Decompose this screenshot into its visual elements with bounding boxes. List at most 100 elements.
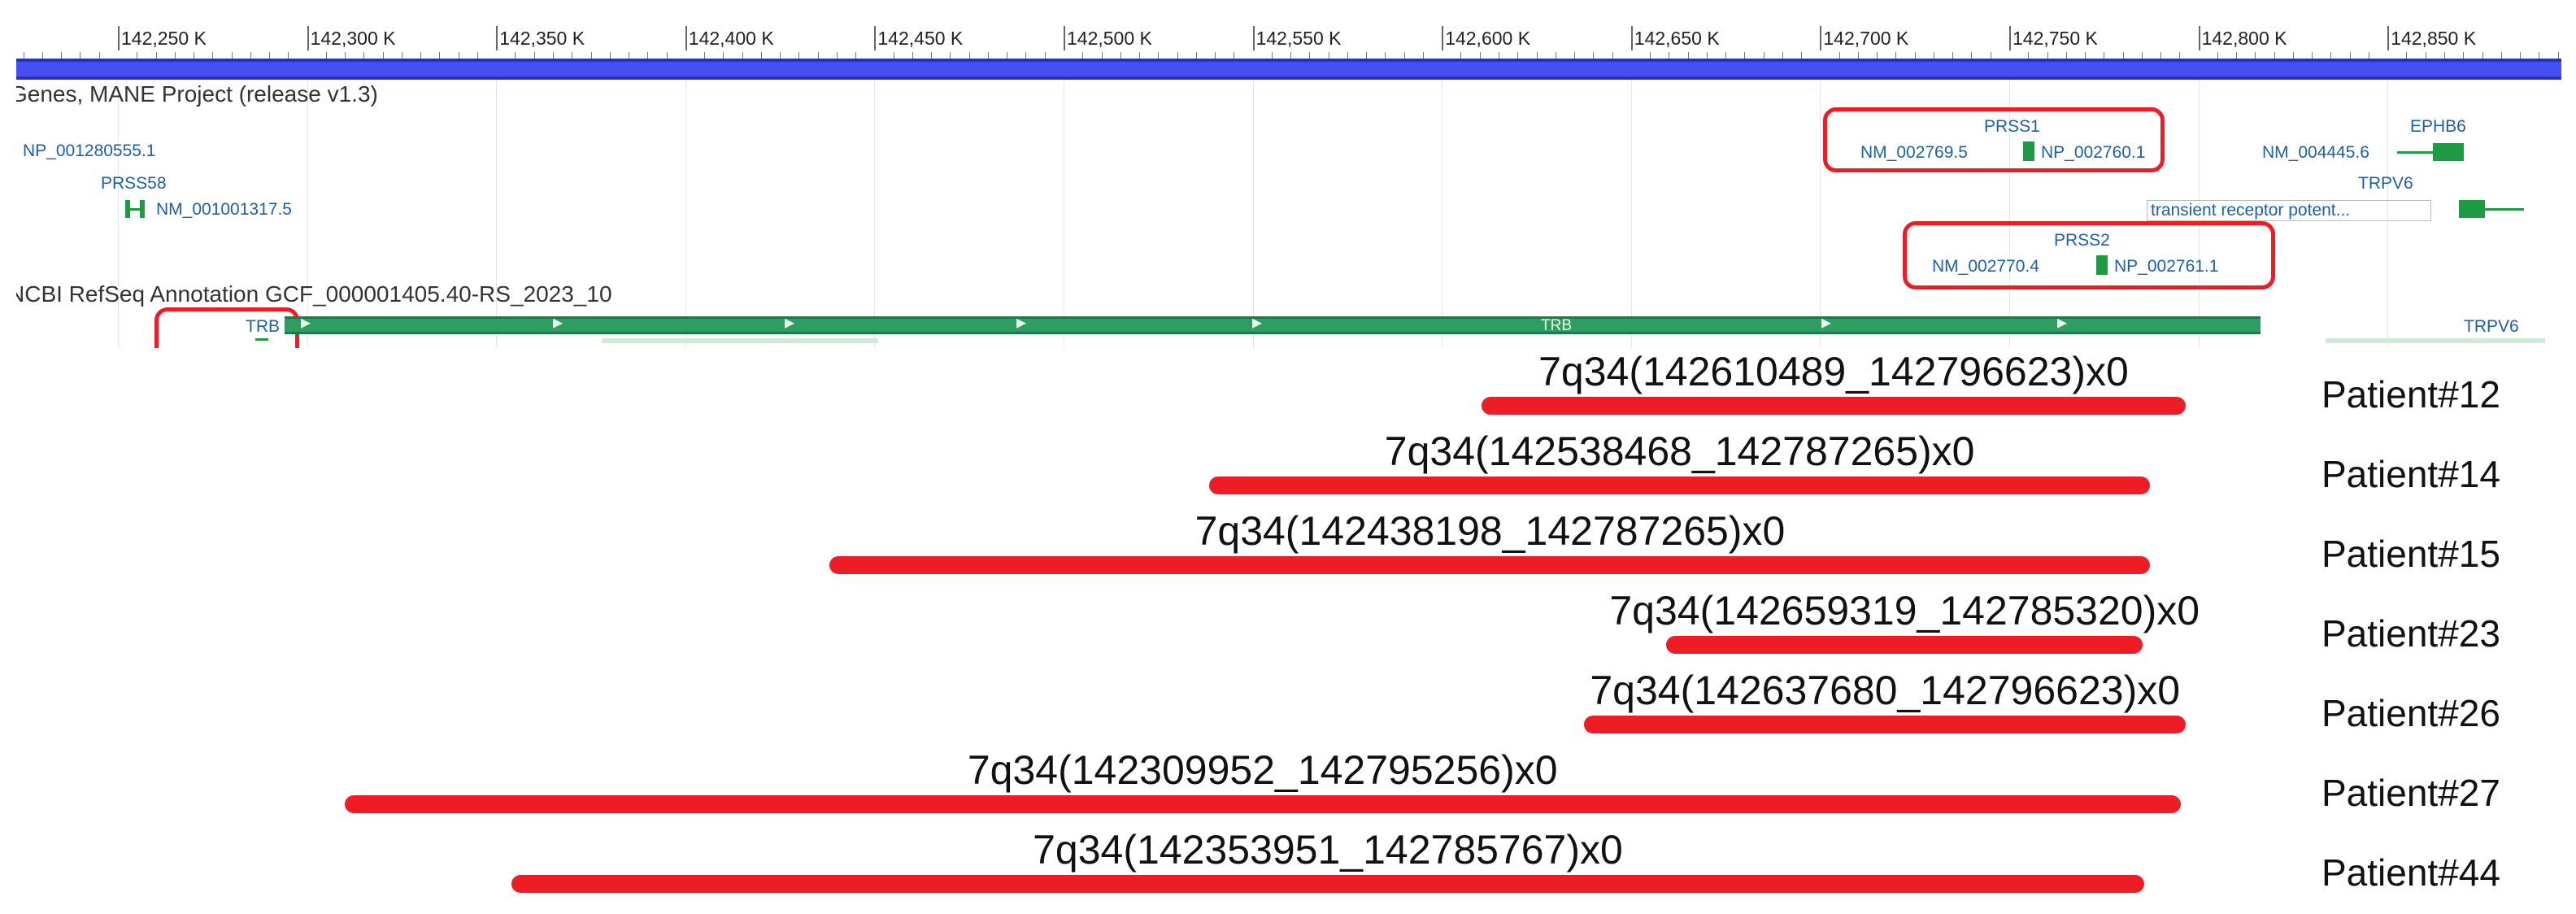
ruler-minor-tick	[760, 52, 762, 59]
ruler-minor-tick	[1687, 52, 1689, 59]
ruler-minor-tick	[609, 52, 611, 59]
ruler-minor-tick	[2217, 52, 2218, 59]
ruler-minor-tick	[798, 52, 800, 59]
ruler-minor-tick	[231, 52, 233, 59]
ruler-minor-tick	[269, 52, 271, 59]
np-left-label: NP_001280555.1	[23, 141, 156, 160]
ruler-minor-tick	[2443, 52, 2445, 59]
ruler-major-tick	[1442, 26, 1444, 50]
ruler-minor-tick	[515, 52, 516, 59]
ruler-minor-tick	[439, 52, 441, 59]
ruler-minor-tick	[968, 52, 970, 59]
ruler-minor-tick	[1403, 52, 1405, 59]
ruler-minor-tick	[98, 52, 100, 59]
ruler-minor-tick	[1801, 52, 1803, 59]
ruler-minor-tick	[1706, 52, 1708, 59]
ruler-tick-label: 142,300 K	[310, 28, 396, 49]
ruler-major-tick	[874, 26, 877, 50]
ruler-tick-label: 142,500 K	[1067, 28, 1152, 49]
ruler-minor-tick	[2330, 52, 2332, 59]
genome-browser-figure: 142,250 K 142,300 K 142,350 K 142,400 K 142,…	[0, 0, 2576, 914]
ruler-minor-tick	[2047, 52, 2048, 59]
ruler-minor-tick	[2255, 52, 2256, 59]
prss58-exon	[140, 200, 145, 218]
ruler-minor-tick	[250, 52, 251, 59]
deletion-bar	[1481, 397, 2186, 415]
ruler-minor-tick	[1366, 52, 1368, 59]
ruler-minor-tick	[855, 52, 857, 59]
ruler-minor-tick	[1536, 52, 1538, 59]
deletion-bar	[1208, 477, 2151, 494]
patient-label: Patient#26	[2321, 692, 2500, 734]
ruler-minor-tick	[1120, 52, 1121, 59]
ruler-major-tick	[1064, 26, 1065, 50]
ruler-minor-tick	[476, 52, 478, 59]
ruler-minor-tick	[1744, 52, 1746, 59]
patient-label: Patient#15	[2321, 533, 2500, 575]
ruler-minor-tick	[1593, 52, 1595, 59]
patient-label: Patient#27	[2321, 772, 2500, 814]
ruler-minor-tick	[1838, 52, 1840, 59]
ruler-tick-label: 142,400 K	[688, 28, 774, 49]
ruler-minor-tick	[666, 52, 668, 59]
deletion-label: 7q34(142538468_142787265)x0	[1384, 429, 1975, 474]
sequence-bar	[16, 59, 2561, 80]
ruler-minor-tick	[325, 52, 327, 59]
mane-track-title: Genes, MANE Project (release v1.3)	[16, 81, 378, 107]
ruler-minor-tick	[1877, 52, 1878, 59]
ruler-tick-label: 142,800 K	[2201, 28, 2287, 49]
trpv6-intron	[2485, 208, 2524, 211]
grid-line	[1630, 80, 1632, 348]
ruler-tick-label: 142,600 K	[1445, 28, 1531, 49]
ruler-minor-tick	[1139, 52, 1141, 59]
ruler-minor-tick	[533, 52, 535, 59]
ruler-tick-label: 142,250 K	[121, 28, 207, 49]
strand-arrow-icon: ▸	[553, 311, 564, 333]
faint-transcript	[2326, 338, 2545, 343]
ruler-minor-tick	[836, 52, 838, 59]
ruler-minor-tick	[1952, 52, 1954, 59]
deletion-bar	[829, 556, 2151, 574]
ruler-minor-tick	[552, 52, 554, 59]
ruler-minor-tick	[1101, 52, 1103, 59]
ruler-minor-tick	[2179, 52, 2181, 59]
ruler-tick-label: 142,850 K	[2391, 28, 2477, 49]
ruler-minor-tick	[1574, 52, 1576, 59]
trb-callout	[154, 307, 299, 348]
ruler-minor-tick	[2122, 52, 2124, 59]
ruler-minor-tick	[2520, 52, 2522, 59]
ruler-minor-tick	[1460, 52, 1462, 59]
deletion-label: 7q34(142637680_142796623)x0	[1590, 668, 2181, 713]
ruler-major-tick	[2387, 26, 2390, 50]
ruler-major-tick	[1820, 26, 1822, 50]
refseq-track-title: NCBI RefSeq Annotation GCF_000001405.40-…	[16, 281, 612, 307]
deletion-bar	[1666, 636, 2143, 654]
ruler-minor-tick	[1914, 52, 1916, 59]
ruler-minor-tick	[704, 52, 706, 59]
trpv6-description: transient receptor potent...	[2147, 200, 2431, 221]
trb-locus-band: ▸ ▸ ▸ ▸ ▸ ▸ ▸ TRB	[285, 311, 2261, 334]
ruler-minor-tick	[1271, 52, 1273, 59]
patient-label: Patient#44	[2321, 851, 2500, 894]
prss58-name: PRSS58	[101, 174, 167, 193]
strand-arrow-icon: ▸	[1821, 311, 1832, 333]
ruler-minor-tick	[2406, 52, 2408, 59]
ruler-tick-label: 142,350 K	[499, 28, 585, 49]
ruler-minor-tick	[1158, 52, 1160, 59]
ephb6-nm: NM_004445.6	[2262, 143, 2369, 162]
ruler-minor-tick	[155, 52, 157, 59]
patient-label: Patient#12	[2321, 373, 2500, 416]
deletion-label: 7q34(142659319_142785320)x0	[1609, 588, 2200, 633]
ruler-minor-tick	[1347, 52, 1348, 59]
ruler-minor-tick	[1612, 52, 1613, 59]
ruler-minor-tick	[345, 52, 346, 59]
ruler-tick-label: 142,450 K	[877, 28, 964, 49]
grid-line	[1820, 80, 1821, 348]
ruler-minor-tick	[912, 52, 913, 59]
prss58-nm: NM_001001317.5	[156, 200, 292, 219]
ruler-minor-tick	[780, 52, 781, 59]
ruler-minor-tick	[2236, 52, 2238, 59]
strand-arrow-icon: ▸	[1252, 311, 1263, 333]
ruler-minor-tick	[1895, 52, 1897, 59]
ruler-minor-tick	[742, 52, 743, 59]
